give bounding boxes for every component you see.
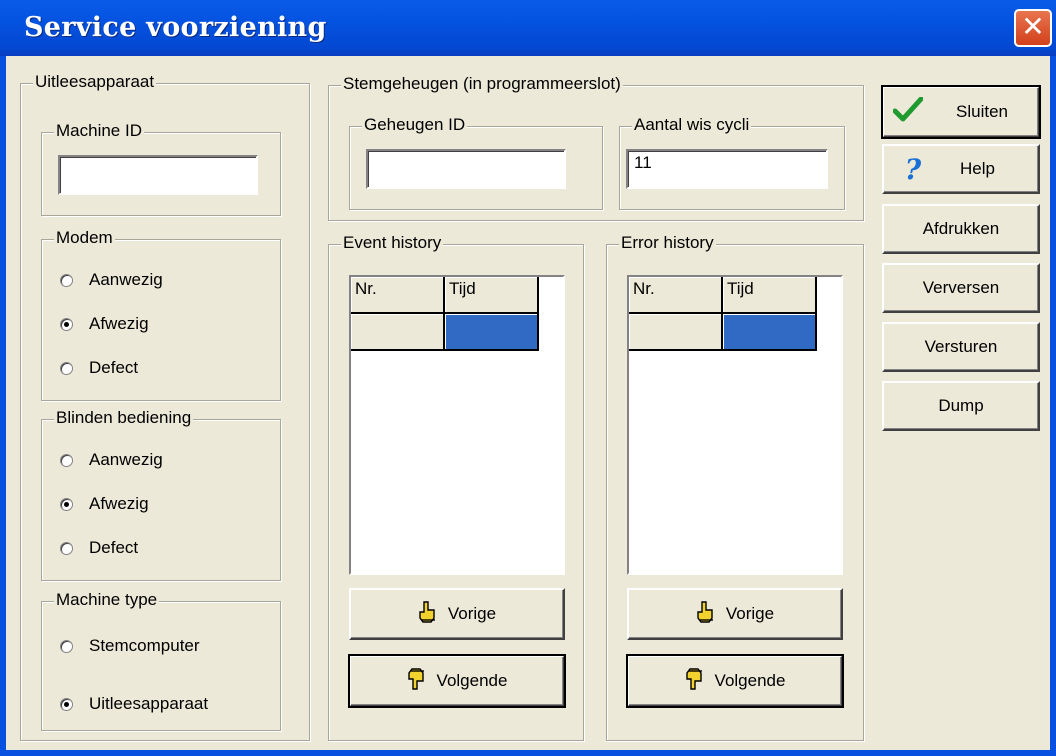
machine-type-label: Machine type [54,589,160,611]
hand-down-icon [685,667,705,696]
verversen-label: Verversen [922,278,1000,297]
column-header-nr[interactable]: Nr. [351,277,445,314]
stemgeheugen-label: Stemgeheugen (in programmeerslot) [341,73,623,95]
event-volgende-button[interactable]: Volgende [348,654,566,708]
error-history-label: Error history [619,232,716,254]
help-button[interactable]: ? Help [882,144,1040,194]
check-icon [890,96,926,128]
versturen-button[interactable]: Versturen [882,322,1040,372]
hand-up-icon [418,600,438,629]
close-icon: ✕ [1021,10,1045,43]
machine-id-label: Machine ID [54,120,144,142]
group-wis-cycli: Aantal wis cycli 11 [619,114,845,210]
title-bar[interactable]: Service voorziening ✕ [0,0,1056,56]
close-button[interactable]: ✕ [1014,9,1052,47]
error-history-grid[interactable]: Nr. Tijd [627,275,843,575]
blinden-bediening-label: Blinden bediening [54,407,194,429]
error-volgende-button[interactable]: Volgende [626,654,844,708]
radio-label: Afwezig [89,314,149,333]
event-vorige-button[interactable]: Vorige [349,588,565,640]
question-icon: ? [904,152,922,186]
group-modem: Modem Aanwezig Afwezig Defect [41,227,281,401]
radio-indicator-selected [60,317,73,331]
radio-indicator-selected [60,697,73,711]
radio-label: Afwezig [89,494,149,513]
error-volgende-label: Volgende [714,671,786,690]
modem-label: Modem [54,227,115,249]
grid-row-header-cell[interactable] [351,314,445,351]
group-geheugen-id: Geheugen ID [349,114,603,210]
sluiten-label: Sluiten [956,102,1008,121]
dump-button[interactable]: Dump [882,381,1040,431]
window-title: Service voorziening [24,12,327,43]
event-history-grid[interactable]: Nr. Tijd [349,275,565,575]
service-dialog: Service voorziening ✕ Uitleesapparaat Ma… [0,0,1056,756]
event-volgende-label: Volgende [436,671,508,690]
radio-indicator [60,541,73,555]
radio-modem-defect[interactable]: Defect [60,356,138,380]
radio-indicator [60,453,73,467]
error-vorige-label: Vorige [725,604,775,623]
radio-indicator [60,273,73,287]
grid-row-header-cell[interactable] [629,314,723,351]
radio-blinden-defect[interactable]: Defect [60,536,138,560]
radio-indicator [60,361,73,375]
dialog-client-area: Uitleesapparaat Machine ID Modem Aanwezi… [6,56,1050,750]
hand-down-icon [407,667,427,696]
column-header-tijd[interactable]: Tijd [723,277,817,314]
radio-label: Aanwezig [89,270,163,289]
radio-blinden-afwezig[interactable]: Afwezig [60,492,149,516]
radio-uitleesapparaat[interactable]: Uitleesapparaat [60,692,208,716]
geheugen-id-input[interactable] [366,149,566,189]
group-machine-type: Machine type Stemcomputer Uitleesapparaa… [41,589,281,731]
wis-cycli-input[interactable]: 11 [626,149,828,189]
hand-up-icon [696,600,716,629]
group-error-history: Error history Nr. Tijd Vorige Volgende [606,232,864,741]
column-header-nr[interactable]: Nr. [629,277,723,314]
machine-id-input[interactable] [58,155,258,195]
group-uitleesapparaat: Uitleesapparaat Machine ID Modem Aanwezi… [20,71,310,741]
radio-label: Aanwezig [89,450,163,469]
help-label: Help [960,159,995,178]
sluiten-button[interactable]: Sluiten [881,85,1041,139]
versturen-label: Versturen [924,337,998,356]
radio-modem-afwezig[interactable]: Afwezig [60,312,149,336]
event-history-label: Event history [341,232,444,254]
radio-label: Uitleesapparaat [89,694,209,713]
group-blinden-bediening: Blinden bediening Aanwezig Afwezig Defec… [41,407,281,581]
column-header-tijd[interactable]: Tijd [445,277,539,314]
radio-label: Stemcomputer [89,636,200,655]
afdrukken-button[interactable]: Afdrukken [882,204,1040,254]
group-event-history: Event history Nr. Tijd Vorige Volgende [328,232,584,741]
radio-stemcomputer[interactable]: Stemcomputer [60,634,200,658]
radio-modem-aanwezig[interactable]: Aanwezig [60,268,163,292]
group-stemgeheugen: Stemgeheugen (in programmeerslot) Geheug… [328,73,864,221]
radio-label: Defect [89,538,139,557]
afdrukken-label: Afdrukken [922,219,1000,238]
error-vorige-button[interactable]: Vorige [627,588,843,640]
radio-label: Defect [89,358,139,377]
wis-cycli-label: Aantal wis cycli [632,114,752,136]
group-machine-id: Machine ID [41,120,281,216]
radio-indicator [60,639,73,653]
verversen-button[interactable]: Verversen [882,263,1040,313]
grid-selected-cell[interactable] [723,314,817,351]
radio-indicator-selected [60,497,73,511]
radio-blinden-aanwezig[interactable]: Aanwezig [60,448,163,472]
group-legend-uitleesapparaat: Uitleesapparaat [33,71,157,93]
dump-label: Dump [938,396,984,415]
event-vorige-label: Vorige [447,604,497,623]
grid-selected-cell[interactable] [445,314,539,351]
geheugen-id-label: Geheugen ID [362,114,468,136]
